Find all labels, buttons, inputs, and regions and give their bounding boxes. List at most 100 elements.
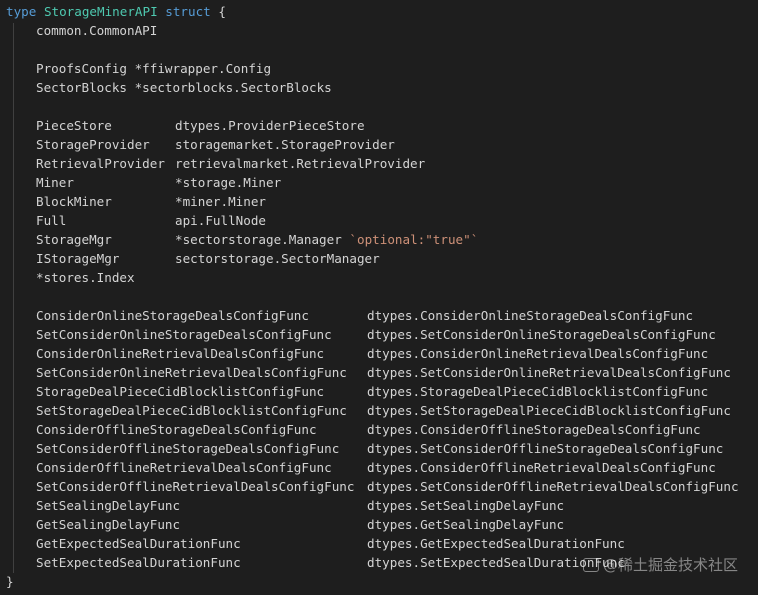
field-type: storagemarket.StorageProvider — [175, 137, 395, 152]
field-name: SetConsiderOfflineStorageDealsConfigFunc — [36, 441, 340, 456]
field-type: retrievalmarket.RetrievalProvider — [175, 156, 426, 171]
field-line: SetConsiderOfflineStorageDealsConfigFunc… — [6, 439, 754, 458]
field-name: RetrievalProvider — [36, 156, 165, 171]
code-editor[interactable]: type StorageMinerAPI struct { common.Com… — [6, 2, 754, 591]
field-type: dtypes.GetExpectedSealDurationFunc — [367, 536, 625, 551]
field-group: PieceStore dtypes.ProviderPieceStore Stora… — [6, 116, 754, 268]
field-type-wrap: retrievalmarket.RetrievalProvider — [175, 154, 425, 173]
field-type-wrap: dtypes.ConsiderOfflineStorageDealsConfig… — [367, 420, 701, 439]
field-line: StorageMgr *sectorstorage.Manager `option… — [6, 230, 754, 249]
field-line: RetrievalProvider retrievalmarket.Retriev… — [6, 154, 754, 173]
field-name: ProofsConfig — [36, 61, 127, 76]
struct-tag: `optional:"true"` — [349, 232, 479, 247]
field-name: GetExpectedSealDurationFunc — [36, 536, 241, 551]
field-type: dtypes.SetSealingDelayFunc — [367, 498, 565, 513]
field-type: dtypes.SetConsiderOnlineStorageDealsConf… — [367, 327, 716, 342]
field-type: dtypes.SetConsiderOnlineRetrievalDealsCo… — [367, 365, 731, 380]
field-line: Miner *storage.Miner — [6, 173, 754, 192]
field-type-wrap: dtypes.ConsiderOnlineRetrievalDealsConfi… — [367, 344, 708, 363]
field-name: PieceStore — [36, 118, 112, 133]
field-line: Full api.FullNode — [6, 211, 754, 230]
juejin-logo-icon — [582, 557, 599, 572]
open-brace: { — [218, 4, 226, 19]
code-line: common.CommonAPI — [6, 21, 754, 40]
field-name: BlockMiner — [36, 194, 112, 209]
field-type: *sectorblocks.SectorBlocks — [134, 80, 332, 95]
field-name: SetSealingDelayFunc — [36, 498, 181, 513]
field-type: *sectorstorage.Manager — [175, 232, 342, 247]
field-type-wrap: dtypes.ProviderPieceStore — [175, 116, 365, 135]
field-type-wrap: *storage.Miner — [175, 173, 281, 192]
embedded-field: *stores.Index — [36, 270, 135, 285]
field-type-wrap: *miner.Miner — [175, 192, 266, 211]
field-name: SectorBlocks — [36, 80, 127, 95]
field-type: dtypes.GetSealingDelayFunc — [367, 517, 565, 532]
field-line: SetStorageDealPieceCidBlocklistConfigFun… — [6, 401, 754, 420]
field-name: ConsiderOfflineRetrievalDealsConfigFunc — [36, 460, 332, 475]
field-name: IStorageMgr — [36, 251, 120, 266]
watermark: @稀土掘金技术社区 — [582, 554, 738, 575]
code-line: *stores.Index — [6, 268, 754, 287]
field-type-wrap: dtypes.ConsiderOnlineStorageDealsConfigF… — [367, 306, 693, 325]
field-line: SetSealingDelayFunc dtypes.SetSealingDela… — [6, 496, 754, 515]
field-name: StorageDealPieceCidBlocklistConfigFunc — [36, 384, 325, 399]
field-name: ConsiderOnlineStorageDealsConfigFunc — [36, 308, 309, 323]
field-type: dtypes.ConsiderOfflineStorageDealsConfig… — [367, 422, 701, 437]
field-line: ConsiderOfflineRetrievalDealsConfigFunc d… — [6, 458, 754, 477]
field-type-wrap: dtypes.SetConsiderOnlineStorageDealsConf… — [367, 325, 716, 344]
field-type: api.FullNode — [175, 213, 266, 228]
field-group: ConsiderOnlineStorageDealsConfigFunc dtyp… — [6, 306, 754, 572]
field-name: SetConsiderOfflineRetrievalDealsConfigFu… — [36, 479, 355, 494]
field-type: dtypes.ProviderPieceStore — [175, 118, 365, 133]
field-name: Full — [36, 213, 67, 228]
code-line: SectorBlocks *sectorblocks.SectorBlocks — [6, 78, 754, 97]
field-name: StorageMgr — [36, 232, 112, 247]
field-type-wrap: dtypes.StorageDealPieceCidBlocklistConfi… — [367, 382, 708, 401]
field-line: GetExpectedSealDurationFunc dtypes.GetExp… — [6, 534, 754, 553]
field-name: SetExpectedSealDurationFunc — [36, 555, 241, 570]
field-type-wrap: dtypes.ConsiderOfflineRetrievalDealsConf… — [367, 458, 716, 477]
field-line: BlockMiner *miner.Miner — [6, 192, 754, 211]
field-type: *ffiwrapper.Config — [134, 61, 272, 76]
field-name: ConsiderOnlineRetrievalDealsConfigFunc — [36, 346, 325, 361]
embedded-field: common.CommonAPI — [36, 23, 158, 38]
field-type-wrap: sectorstorage.SectorManager — [175, 249, 380, 268]
field-line: PieceStore dtypes.ProviderPieceStore — [6, 116, 754, 135]
field-name: GetSealingDelayFunc — [36, 517, 181, 532]
field-line: GetSealingDelayFunc dtypes.GetSealingDela… — [6, 515, 754, 534]
struct-name: StorageMinerAPI — [43, 4, 158, 19]
field-name: ConsiderOfflineStorageDealsConfigFunc — [36, 422, 317, 437]
field-name: SetConsiderOnlineStorageDealsConfigFunc — [36, 327, 332, 342]
field-name: Miner — [36, 175, 74, 190]
keyword-type: type — [6, 4, 37, 19]
field-name: StorageProvider — [36, 137, 150, 152]
field-name: SetConsiderOnlineRetrievalDealsConfigFun… — [36, 365, 347, 380]
field-type-wrap: dtypes.GetSealingDelayFunc — [367, 515, 564, 534]
field-line: SetConsiderOnlineStorageDealsConfigFunc d… — [6, 325, 754, 344]
field-type-wrap: dtypes.SetConsiderOfflineRetrievalDealsC… — [367, 477, 739, 496]
field-type: *storage.Miner — [175, 175, 282, 190]
field-type-wrap: dtypes.SetConsiderOnlineRetrievalDealsCo… — [367, 363, 731, 382]
field-type: sectorstorage.SectorManager — [175, 251, 380, 266]
field-line: IStorageMgr sectorstorage.SectorManager — [6, 249, 754, 268]
keyword-struct: struct — [165, 4, 211, 19]
field-type: dtypes.SetConsiderOfflineRetrievalDealsC… — [367, 479, 739, 494]
field-line: ConsiderOfflineStorageDealsConfigFunc dty… — [6, 420, 754, 439]
field-line: SetConsiderOnlineRetrievalDealsConfigFun… — [6, 363, 754, 382]
field-type: dtypes.StorageDealPieceCidBlocklistConfi… — [367, 384, 709, 399]
field-type: dtypes.SetConsiderOfflineStorageDealsCon… — [367, 441, 724, 456]
field-line: SetConsiderOfflineRetrievalDealsConfigFu… — [6, 477, 754, 496]
code-line: ProofsConfig *ffiwrapper.Config — [6, 59, 754, 78]
field-type: dtypes.ConsiderOnlineRetrievalDealsConfi… — [367, 346, 709, 361]
watermark-text: @稀土掘金技术社区 — [602, 556, 738, 574]
field-type-wrap: dtypes.SetStorageDealPieceCidBlocklistCo… — [367, 401, 731, 420]
field-name: SetStorageDealPieceCidBlocklistConfigFun… — [36, 403, 347, 418]
field-line: StorageDealPieceCidBlocklistConfigFunc dt… — [6, 382, 754, 401]
field-type-wrap: dtypes.SetConsiderOfflineStorageDealsCon… — [367, 439, 723, 458]
field-type: *miner.Miner — [175, 194, 266, 209]
close-brace: } — [6, 574, 14, 589]
field-type-wrap: dtypes.GetExpectedSealDurationFunc — [367, 534, 625, 553]
